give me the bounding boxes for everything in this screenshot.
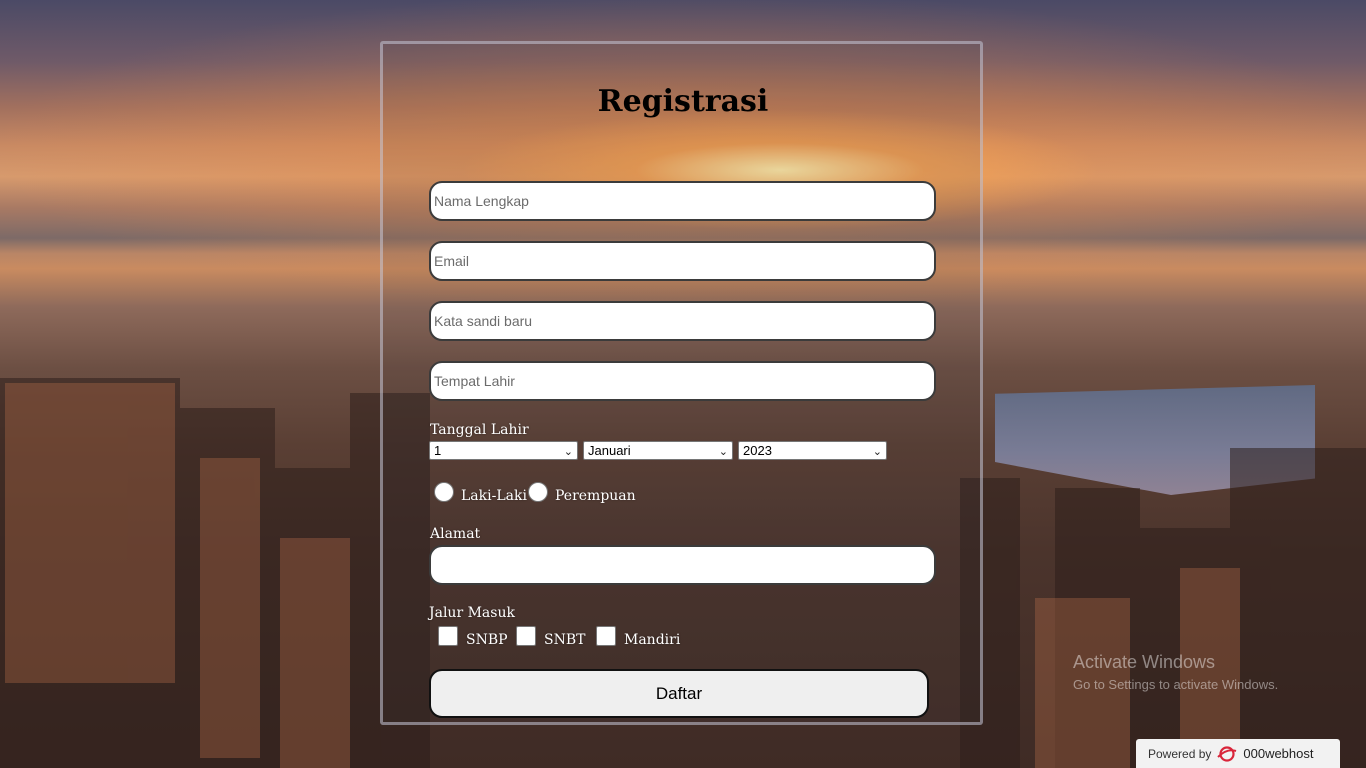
address-input[interactable] bbox=[429, 545, 936, 585]
snbp-label: SNBP bbox=[466, 632, 508, 648]
entry-path-label: Jalur Masuk bbox=[429, 605, 515, 621]
birth-month-select[interactable]: Januari ⌄ bbox=[583, 441, 733, 460]
register-button[interactable]: Daftar bbox=[429, 669, 929, 718]
gender-male-radio[interactable] bbox=[434, 482, 454, 502]
birth-day-select[interactable]: 1 ⌄ bbox=[429, 441, 578, 460]
snbt-checkbox[interactable] bbox=[516, 626, 536, 646]
gender-female-label: Perempuan bbox=[555, 488, 636, 504]
chevron-down-icon: ⌄ bbox=[563, 446, 573, 458]
chevron-down-icon: ⌄ bbox=[872, 446, 882, 458]
chevron-down-icon: ⌄ bbox=[718, 446, 728, 458]
birth-month-value: Januari bbox=[588, 443, 631, 458]
snbp-checkbox[interactable] bbox=[438, 626, 458, 646]
birth-year-select[interactable]: 2023 ⌄ bbox=[738, 441, 887, 460]
activate-windows-subtitle: Go to Settings to activate Windows. bbox=[1073, 677, 1279, 692]
000webhost-brand-text: 000webhost bbox=[1243, 746, 1314, 761]
mandiri-label: Mandiri bbox=[624, 632, 681, 648]
gender-female-radio[interactable] bbox=[528, 482, 548, 502]
powered-by-text: Powered by bbox=[1148, 746, 1212, 761]
email-input[interactable] bbox=[429, 241, 936, 281]
birth-year-value: 2023 bbox=[743, 443, 772, 458]
snbt-label: SNBT bbox=[544, 632, 586, 648]
gender-male-label: Laki-Laki bbox=[461, 488, 527, 504]
address-label: Alamat bbox=[430, 526, 481, 542]
page-title: Registrasi bbox=[597, 84, 769, 119]
powered-by-badge[interactable]: Powered by 000webhost bbox=[1136, 739, 1340, 768]
password-input[interactable] bbox=[429, 301, 936, 341]
mandiri-checkbox[interactable] bbox=[596, 626, 616, 646]
000webhost-logo-icon bbox=[1217, 745, 1237, 762]
birthdate-label: Tanggal Lahir bbox=[430, 422, 529, 438]
full-name-input[interactable] bbox=[429, 181, 936, 221]
birthplace-input[interactable] bbox=[429, 361, 936, 401]
activate-windows-title: Activate Windows bbox=[1073, 652, 1216, 672]
birth-day-value: 1 bbox=[434, 443, 442, 458]
